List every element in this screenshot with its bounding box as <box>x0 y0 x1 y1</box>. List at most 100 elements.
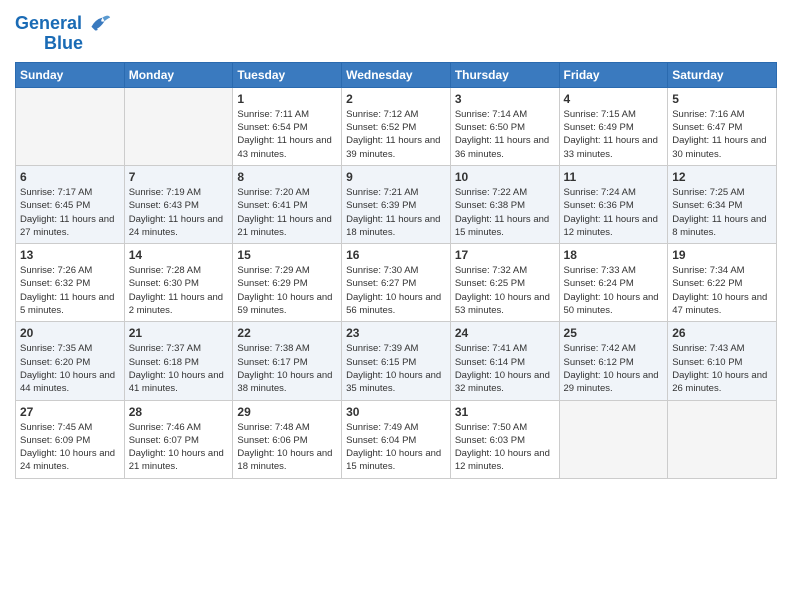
day-number: 28 <box>129 405 229 419</box>
calendar-cell: 4 Sunrise: 7:15 AM Sunset: 6:49 PM Daylig… <box>559 87 668 165</box>
day-info: Sunrise: 7:29 AM Sunset: 6:29 PM Dayligh… <box>237 264 337 317</box>
calendar-table: SundayMondayTuesdayWednesdayThursdayFrid… <box>15 62 777 479</box>
calendar-cell: 9 Sunrise: 7:21 AM Sunset: 6:39 PM Daylig… <box>342 165 451 243</box>
day-info: Sunrise: 7:30 AM Sunset: 6:27 PM Dayligh… <box>346 264 446 317</box>
dow-header-friday: Friday <box>559 62 668 87</box>
day-number: 4 <box>564 92 664 106</box>
day-number: 31 <box>455 405 555 419</box>
day-number: 5 <box>672 92 772 106</box>
calendar-cell: 12Sunrise: 7:25 AM Sunset: 6:34 PM Dayli… <box>668 165 777 243</box>
dow-header-wednesday: Wednesday <box>342 62 451 87</box>
calendar-cell: 16 Sunrise: 7:30 AM Sunset: 6:27 PM Dayli… <box>342 244 451 322</box>
calendar-cell: 25Sunrise: 7:42 AM Sunset: 6:12 PM Dayli… <box>559 322 668 400</box>
day-of-week-row: SundayMondayTuesdayWednesdayThursdayFrid… <box>16 62 777 87</box>
day-number: 16 <box>346 248 446 262</box>
calendar-cell <box>16 87 125 165</box>
calendar-cell: 24 Sunrise: 7:41 AM Sunset: 6:14 PM Dayli… <box>450 322 559 400</box>
calendar-cell: 10 Sunrise: 7:22 AM Sunset: 6:38 PM Dayli… <box>450 165 559 243</box>
day-number: 24 <box>455 326 555 340</box>
calendar-cell: 19 Sunrise: 7:34 AM Sunset: 6:22 PM Dayli… <box>668 244 777 322</box>
calendar-cell: 13 Sunrise: 7:26 AM Sunset: 6:32 PM Dayli… <box>16 244 125 322</box>
calendar-cell: 30Sunrise: 7:49 AM Sunset: 6:04 PM Dayli… <box>342 400 451 478</box>
calendar-cell: 11 Sunrise: 7:24 AM Sunset: 6:36 PM Dayli… <box>559 165 668 243</box>
calendar-cell: 27 Sunrise: 7:45 AM Sunset: 6:09 PM Dayli… <box>16 400 125 478</box>
day-number: 3 <box>455 92 555 106</box>
dow-header-sunday: Sunday <box>16 62 125 87</box>
day-number: 7 <box>129 170 229 184</box>
day-info: Sunrise: 7:20 AM Sunset: 6:41 PM Dayligh… <box>237 186 337 239</box>
logo-blue-text: Blue <box>44 34 83 54</box>
day-info: Sunrise: 7:43 AM Sunset: 6:10 PM Dayligh… <box>672 342 772 395</box>
day-info: Sunrise: 7:12 AM Sunset: 6:52 PM Dayligh… <box>346 108 446 161</box>
day-info: Sunrise: 7:35 AM Sunset: 6:20 PM Dayligh… <box>20 342 120 395</box>
day-info: Sunrise: 7:46 AM Sunset: 6:07 PM Dayligh… <box>129 421 229 474</box>
day-number: 27 <box>20 405 120 419</box>
calendar-cell: 1 Sunrise: 7:11 AM Sunset: 6:54 PM Daylig… <box>233 87 342 165</box>
calendar-cell: 14 Sunrise: 7:28 AM Sunset: 6:30 PM Dayli… <box>124 244 233 322</box>
day-number: 29 <box>237 405 337 419</box>
day-info: Sunrise: 7:24 AM Sunset: 6:36 PM Dayligh… <box>564 186 664 239</box>
day-info: Sunrise: 7:37 AM Sunset: 6:18 PM Dayligh… <box>129 342 229 395</box>
calendar-cell: 7 Sunrise: 7:19 AM Sunset: 6:43 PM Daylig… <box>124 165 233 243</box>
day-number: 21 <box>129 326 229 340</box>
day-number: 20 <box>20 326 120 340</box>
day-number: 8 <box>237 170 337 184</box>
day-info: Sunrise: 7:28 AM Sunset: 6:30 PM Dayligh… <box>129 264 229 317</box>
day-info: Sunrise: 7:17 AM Sunset: 6:45 PM Dayligh… <box>20 186 120 239</box>
day-number: 26 <box>672 326 772 340</box>
day-number: 6 <box>20 170 120 184</box>
calendar-cell: 26 Sunrise: 7:43 AM Sunset: 6:10 PM Dayli… <box>668 322 777 400</box>
day-number: 30 <box>346 405 446 419</box>
day-number: 19 <box>672 248 772 262</box>
calendar-cell: 2Sunrise: 7:12 AM Sunset: 6:52 PM Daylig… <box>342 87 451 165</box>
day-info: Sunrise: 7:15 AM Sunset: 6:49 PM Dayligh… <box>564 108 664 161</box>
calendar-cell: 22Sunrise: 7:38 AM Sunset: 6:17 PM Dayli… <box>233 322 342 400</box>
day-info: Sunrise: 7:45 AM Sunset: 6:09 PM Dayligh… <box>20 421 120 474</box>
calendar-cell: 5 Sunrise: 7:16 AM Sunset: 6:47 PM Daylig… <box>668 87 777 165</box>
calendar-cell: 28 Sunrise: 7:46 AM Sunset: 6:07 PM Dayli… <box>124 400 233 478</box>
day-number: 14 <box>129 248 229 262</box>
day-info: Sunrise: 7:33 AM Sunset: 6:24 PM Dayligh… <box>564 264 664 317</box>
day-number: 15 <box>237 248 337 262</box>
calendar-cell: 17Sunrise: 7:32 AM Sunset: 6:25 PM Dayli… <box>450 244 559 322</box>
page-header: General Blue <box>15 10 777 54</box>
calendar-cell: 23Sunrise: 7:39 AM Sunset: 6:15 PM Dayli… <box>342 322 451 400</box>
day-number: 22 <box>237 326 337 340</box>
day-info: Sunrise: 7:26 AM Sunset: 6:32 PM Dayligh… <box>20 264 120 317</box>
day-info: Sunrise: 7:50 AM Sunset: 6:03 PM Dayligh… <box>455 421 555 474</box>
calendar-cell <box>668 400 777 478</box>
day-number: 23 <box>346 326 446 340</box>
day-number: 9 <box>346 170 446 184</box>
calendar-week-row: 6 Sunrise: 7:17 AM Sunset: 6:45 PM Daylig… <box>16 165 777 243</box>
day-info: Sunrise: 7:34 AM Sunset: 6:22 PM Dayligh… <box>672 264 772 317</box>
day-number: 1 <box>237 92 337 106</box>
day-info: Sunrise: 7:42 AM Sunset: 6:12 PM Dayligh… <box>564 342 664 395</box>
calendar-week-row: 27 Sunrise: 7:45 AM Sunset: 6:09 PM Dayli… <box>16 400 777 478</box>
day-info: Sunrise: 7:16 AM Sunset: 6:47 PM Dayligh… <box>672 108 772 161</box>
logo-text: General <box>15 14 82 34</box>
day-number: 17 <box>455 248 555 262</box>
day-info: Sunrise: 7:41 AM Sunset: 6:14 PM Dayligh… <box>455 342 555 395</box>
calendar-cell <box>559 400 668 478</box>
day-info: Sunrise: 7:19 AM Sunset: 6:43 PM Dayligh… <box>129 186 229 239</box>
day-info: Sunrise: 7:11 AM Sunset: 6:54 PM Dayligh… <box>237 108 337 161</box>
dow-header-thursday: Thursday <box>450 62 559 87</box>
day-info: Sunrise: 7:22 AM Sunset: 6:38 PM Dayligh… <box>455 186 555 239</box>
calendar-cell: 29 Sunrise: 7:48 AM Sunset: 6:06 PM Dayli… <box>233 400 342 478</box>
day-number: 11 <box>564 170 664 184</box>
calendar-cell: 15 Sunrise: 7:29 AM Sunset: 6:29 PM Dayli… <box>233 244 342 322</box>
calendar-cell: 21 Sunrise: 7:37 AM Sunset: 6:18 PM Dayli… <box>124 322 233 400</box>
calendar-cell: 3Sunrise: 7:14 AM Sunset: 6:50 PM Daylig… <box>450 87 559 165</box>
day-info: Sunrise: 7:21 AM Sunset: 6:39 PM Dayligh… <box>346 186 446 239</box>
day-info: Sunrise: 7:48 AM Sunset: 6:06 PM Dayligh… <box>237 421 337 474</box>
calendar-week-row: 20 Sunrise: 7:35 AM Sunset: 6:20 PM Dayli… <box>16 322 777 400</box>
dow-header-monday: Monday <box>124 62 233 87</box>
dow-header-tuesday: Tuesday <box>233 62 342 87</box>
day-number: 13 <box>20 248 120 262</box>
logo-bird-icon <box>84 10 112 38</box>
calendar-cell: 18Sunrise: 7:33 AM Sunset: 6:24 PM Dayli… <box>559 244 668 322</box>
calendar-cell: 8 Sunrise: 7:20 AM Sunset: 6:41 PM Daylig… <box>233 165 342 243</box>
day-info: Sunrise: 7:25 AM Sunset: 6:34 PM Dayligh… <box>672 186 772 239</box>
day-number: 10 <box>455 170 555 184</box>
calendar-cell: 31 Sunrise: 7:50 AM Sunset: 6:03 PM Dayli… <box>450 400 559 478</box>
